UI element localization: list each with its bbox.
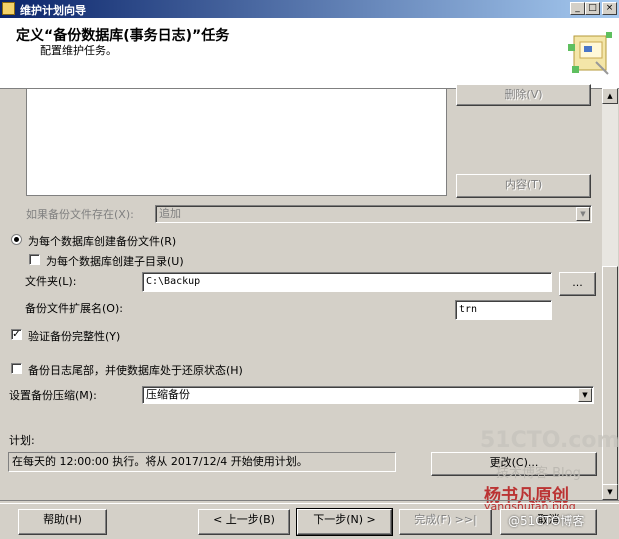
wizard-header: 定义“备份数据库(事务日志)”任务 配置维护任务。 — [0, 18, 619, 89]
help-button[interactable]: 帮助(H) — [18, 509, 107, 535]
schedule-description: 在每天的 12:00:00 执行。将从 2017/12/4 开始使用计划。 — [8, 452, 396, 472]
back-button[interactable]: < 上一步(B) — [198, 509, 290, 535]
browse-folder-button[interactable]: ... — [559, 272, 596, 296]
footer-divider — [0, 500, 619, 504]
chevron-down-icon[interactable]: ▼ — [578, 388, 592, 402]
tail-log-label: 备份日志尾部，并使数据库处于还原状态(H) — [28, 364, 243, 377]
scroll-up-icon[interactable]: ▲ — [602, 88, 618, 104]
watermark-tech: 技术博客 Blog — [496, 466, 581, 481]
window-title-bar[interactable]: 维护计划向导 _ □ × — [0, 0, 619, 18]
remove-button[interactable]: 删除(V) — [456, 84, 591, 106]
finish-button[interactable]: 完成(F) >>| — [399, 509, 492, 535]
watermark-site: 51CTO.com — [480, 428, 619, 453]
scroll-down-icon[interactable]: ▼ — [602, 484, 618, 500]
page-subtitle: 配置维护任务。 — [40, 44, 117, 57]
per-db-subdir-label: 为每个数据库创建子目录(U) — [46, 255, 184, 268]
app-icon — [2, 2, 15, 15]
if-exists-value: 追加 — [159, 207, 181, 220]
chevron-down-icon[interactable]: ▼ — [576, 207, 590, 221]
folder-label: 文件夹(L): — [25, 275, 77, 288]
close-button[interactable]: × — [602, 2, 617, 15]
tail-log-checkbox[interactable] — [11, 363, 22, 374]
maximize-button[interactable]: □ — [585, 2, 600, 15]
watermark-blog: @51CTO博客 — [508, 514, 585, 528]
per-db-file-radio[interactable] — [11, 234, 22, 245]
scrollbar-thumb[interactable] — [602, 266, 618, 486]
compression-select[interactable]: 压缩备份 ▼ — [142, 386, 594, 404]
if-exists-label: 如果备份文件存在(X): — [26, 208, 134, 221]
verify-integrity-label: 验证备份完整性(Y) — [28, 330, 121, 343]
per-db-file-label: 为每个数据库创建备份文件(R) — [28, 235, 177, 248]
extension-input[interactable]: trn — [455, 300, 552, 320]
minimize-button[interactable]: _ — [570, 2, 585, 15]
window-title: 维护计划向导 — [20, 4, 86, 17]
compression-value: 压缩备份 — [146, 388, 190, 401]
if-exists-select[interactable]: 追加 ▼ — [155, 205, 592, 223]
next-button[interactable]: 下一步(N) > — [296, 508, 393, 536]
per-db-subdir-checkbox[interactable] — [29, 254, 40, 265]
wizard-icon — [568, 32, 612, 75]
backup-destination-list[interactable] — [26, 88, 447, 196]
compression-label: 设置备份压缩(M): — [9, 389, 97, 402]
schedule-label: 计划: — [9, 434, 35, 447]
verify-integrity-checkbox[interactable]: ✓ — [11, 329, 22, 340]
folder-input[interactable]: C:\Backup — [142, 272, 552, 292]
contents-button[interactable]: 内容(T) — [456, 174, 591, 198]
extension-label: 备份文件扩展名(O): — [25, 302, 123, 315]
